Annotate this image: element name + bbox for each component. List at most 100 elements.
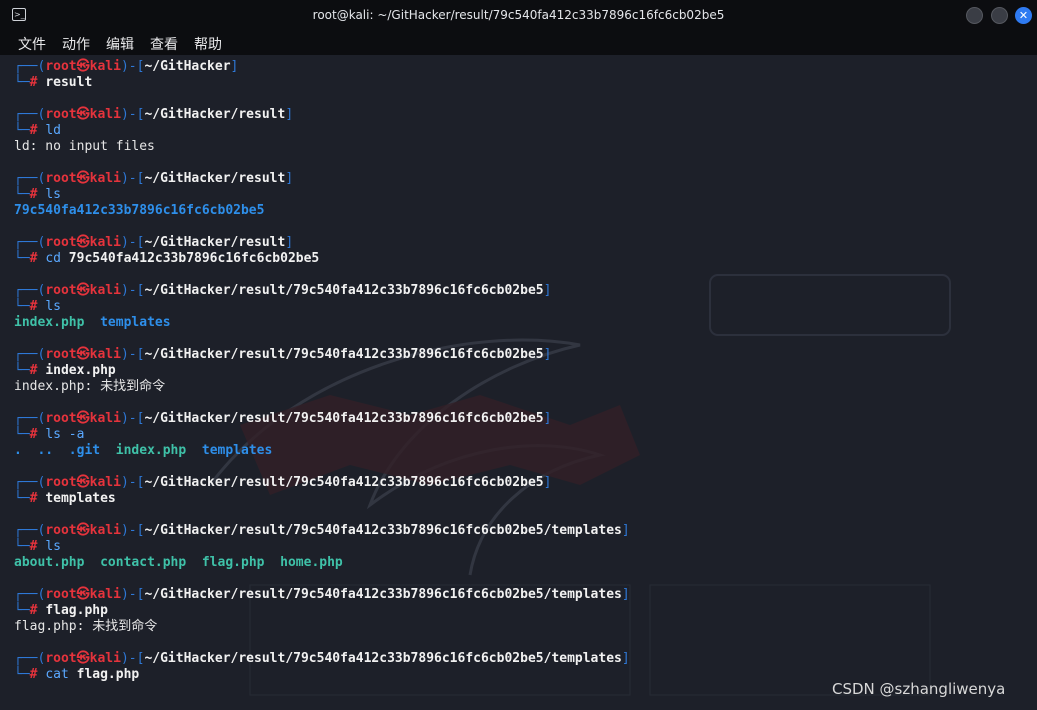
prompt-user: root bbox=[45, 283, 77, 298]
prompt-header-line: ┌──(root㉿kali)-[~/GitHacker/result/79c54… bbox=[14, 587, 630, 603]
prompt-at-symbol: ㉿ bbox=[76, 107, 90, 122]
prompt-path: ~/GitHacker/result bbox=[144, 235, 286, 250]
prompt-header-line: ┌──(root㉿kali)-[~/GitHacker/result/79c54… bbox=[14, 475, 551, 491]
prompt-frame: ] bbox=[621, 523, 630, 538]
command-name: cd bbox=[45, 251, 61, 266]
prompt-hash: # bbox=[29, 539, 46, 554]
command-argument: index.php bbox=[45, 363, 116, 378]
prompt-path: ~/GitHacker/result/79c540fa412c33b7896c1… bbox=[144, 411, 544, 426]
command-argument: flag.php bbox=[45, 603, 108, 618]
command-line: └─# ls bbox=[14, 299, 61, 315]
prompt-frame: ] bbox=[621, 651, 630, 666]
menu-help[interactable]: 帮助 bbox=[194, 34, 222, 54]
command-line: └─# result bbox=[14, 75, 92, 91]
prompt-hash: # bbox=[29, 667, 46, 682]
output-text: contact.php bbox=[100, 555, 187, 570]
prompt-frame: )-[ bbox=[120, 475, 145, 490]
prompt-at-symbol: ㉿ bbox=[76, 171, 90, 186]
prompt-host: kali bbox=[89, 411, 121, 426]
command-line: └─# cat flag.php bbox=[14, 667, 139, 683]
prompt-frame: └─ bbox=[14, 427, 30, 442]
output-text: flag.php bbox=[201, 555, 265, 570]
prompt-hash: # bbox=[29, 251, 46, 266]
command-name: ls -a bbox=[45, 427, 85, 442]
prompt-frame: )-[ bbox=[120, 107, 145, 122]
prompt-header-line: ┌──(root㉿kali)-[~/GitHacker/result/79c54… bbox=[14, 523, 630, 539]
prompt-frame: ┌──( bbox=[14, 107, 46, 122]
prompt-frame: ┌──( bbox=[14, 283, 46, 298]
command-line: └─# flag.php bbox=[14, 603, 108, 619]
prompt-path: ~/GitHacker/result/79c540fa412c33b7896c1… bbox=[144, 475, 544, 490]
prompt-at-symbol: ㉿ bbox=[76, 411, 90, 426]
prompt-header-line: ┌──(root㉿kali)-[~/GitHacker/result/79c54… bbox=[14, 347, 551, 363]
menu-view[interactable]: 查看 bbox=[150, 34, 178, 54]
minimize-button[interactable] bbox=[966, 7, 983, 24]
prompt-user: root bbox=[45, 59, 77, 74]
prompt-hash: # bbox=[29, 187, 46, 202]
prompt-host: kali bbox=[89, 283, 121, 298]
prompt-host: kali bbox=[89, 587, 121, 602]
prompt-header-line: ┌──(root㉿kali)-[~/GitHacker/result] bbox=[14, 171, 293, 187]
prompt-frame: )-[ bbox=[120, 347, 145, 362]
command-argument: 79c540fa412c33b7896c16fc6cb02be5 bbox=[68, 251, 320, 266]
output-line: 79c540fa412c33b7896c16fc6cb02be5 bbox=[14, 203, 264, 219]
menu-action[interactable]: 动作 bbox=[62, 34, 90, 54]
output-text: index.php: 未找到命令 bbox=[14, 379, 166, 394]
prompt-frame: └─ bbox=[14, 539, 30, 554]
prompt-frame: ] bbox=[543, 411, 552, 426]
menu-file[interactable]: 文件 bbox=[18, 34, 46, 54]
prompt-frame: └─ bbox=[14, 603, 30, 618]
prompt-path: ~/GitHacker bbox=[144, 59, 231, 74]
prompt-at-symbol: ㉿ bbox=[76, 587, 90, 602]
output-line: ld: no input files bbox=[14, 139, 155, 155]
command-name: ls bbox=[45, 539, 61, 554]
prompt-header-line: ┌──(root㉿kali)-[~/GitHacker] bbox=[14, 59, 238, 75]
prompt-hash: # bbox=[29, 427, 46, 442]
prompt-at-symbol: ㉿ bbox=[76, 475, 90, 490]
close-button[interactable]: ✕ bbox=[1015, 7, 1032, 24]
prompt-at-symbol: ㉿ bbox=[76, 283, 90, 298]
prompt-hash: # bbox=[29, 603, 46, 618]
output-line: about.php contact.php flag.php home.php bbox=[14, 555, 343, 571]
terminal-output[interactable]: ┌──(root㉿kali)-[~/GitHacker] └─# result ┌─… bbox=[0, 55, 1025, 710]
prompt-frame: ] bbox=[621, 587, 630, 602]
prompt-header-line: ┌──(root㉿kali)-[~/GitHacker/result/79c54… bbox=[14, 411, 551, 427]
command-line: └─# ls -a bbox=[14, 427, 84, 443]
prompt-at-symbol: ㉿ bbox=[76, 347, 90, 362]
prompt-frame: ┌──( bbox=[14, 59, 46, 74]
command-line: └─# ls bbox=[14, 539, 61, 555]
prompt-frame: ┌──( bbox=[14, 171, 46, 186]
command-space bbox=[61, 251, 69, 266]
output-line: index.php templates bbox=[14, 315, 171, 331]
prompt-frame: └─ bbox=[14, 491, 30, 506]
prompt-user: root bbox=[45, 347, 77, 362]
prompt-frame: ] bbox=[543, 475, 552, 490]
output-text: home.php bbox=[280, 555, 343, 570]
output-line: flag.php: 未找到命令 bbox=[14, 619, 157, 635]
terminal-window: >_ root@kali: ~/GitHacker/result/79c540f… bbox=[0, 0, 1037, 710]
prompt-frame: )-[ bbox=[120, 171, 145, 186]
command-name: ls bbox=[45, 187, 61, 202]
prompt-path: ~/GitHacker/result bbox=[144, 107, 286, 122]
prompt-frame: └─ bbox=[14, 299, 30, 314]
output-line: index.php: 未找到命令 bbox=[14, 379, 165, 395]
prompt-frame: └─ bbox=[14, 251, 30, 266]
prompt-frame: ┌──( bbox=[14, 235, 46, 250]
prompt-hash: # bbox=[29, 75, 46, 90]
command-line: └─# templates bbox=[14, 491, 116, 507]
prompt-host: kali bbox=[89, 235, 121, 250]
output-text: ld: no input files bbox=[14, 139, 155, 154]
menu-edit[interactable]: 编辑 bbox=[106, 34, 134, 54]
prompt-frame: └─ bbox=[14, 123, 30, 138]
output-text: .. bbox=[37, 443, 54, 458]
prompt-user: root bbox=[45, 235, 77, 250]
command-name: cat bbox=[45, 667, 69, 682]
prompt-header-line: ┌──(root㉿kali)-[~/GitHacker/result/79c54… bbox=[14, 651, 630, 667]
maximize-button[interactable] bbox=[991, 7, 1008, 24]
csdn-watermark: CSDN @szhangliwenya bbox=[832, 680, 1006, 698]
